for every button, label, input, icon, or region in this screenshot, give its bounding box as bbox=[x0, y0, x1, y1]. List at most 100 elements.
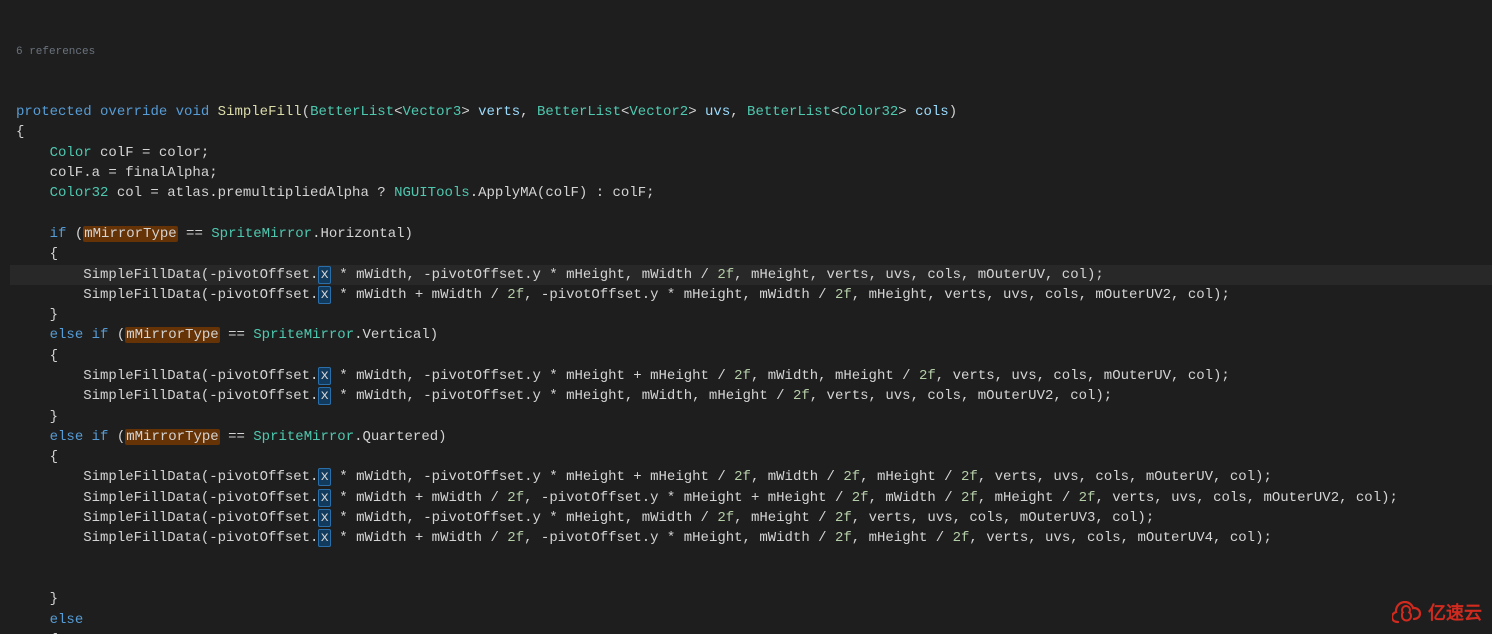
code-token: Vector2 bbox=[629, 104, 688, 120]
code-line[interactable]: SimpleFillData(-pivotOffset.x * mWidth +… bbox=[10, 488, 1492, 508]
code-token: void bbox=[176, 104, 210, 120]
code-token: SpriteMirror bbox=[211, 226, 312, 242]
code-token: else bbox=[50, 612, 84, 628]
code-token: ( bbox=[66, 226, 83, 242]
code-line[interactable]: SimpleFillData(-pivotOffset.x * mWidth, … bbox=[10, 467, 1492, 487]
code-line[interactable]: { bbox=[10, 346, 1492, 366]
code-token: x bbox=[318, 387, 330, 405]
code-line[interactable]: SimpleFillData(-pivotOffset.x * mWidth, … bbox=[10, 386, 1492, 406]
code-line[interactable]: SimpleFillData(-pivotOffset.x * mWidth +… bbox=[10, 528, 1492, 548]
code-line[interactable]: SimpleFillData(-pivotOffset.x * mWidth +… bbox=[10, 285, 1492, 305]
code-token: SimpleFillData(-pivotOffset. bbox=[16, 490, 318, 506]
code-token bbox=[16, 226, 50, 242]
code-line[interactable]: else if (mMirrorType == SpriteMirror.Ver… bbox=[10, 325, 1492, 345]
code-token: SimpleFillData(-pivotOffset. bbox=[16, 388, 318, 404]
code-token: colF.a = finalAlpha; bbox=[16, 165, 218, 181]
code-token: 2f bbox=[717, 267, 734, 283]
code-token: Color bbox=[50, 145, 92, 161]
code-line[interactable]: else bbox=[10, 610, 1492, 630]
code-token: 2f bbox=[835, 510, 852, 526]
code-token: x bbox=[318, 367, 330, 385]
code-token: uvs bbox=[705, 104, 730, 120]
code-line[interactable]: else if (mMirrorType == SpriteMirror.Qua… bbox=[10, 427, 1492, 447]
code-token bbox=[167, 104, 175, 120]
code-token: 2f bbox=[507, 287, 524, 303]
code-token: < bbox=[394, 104, 402, 120]
code-token: SimpleFill bbox=[218, 104, 302, 120]
code-token bbox=[16, 145, 50, 161]
code-token bbox=[16, 429, 50, 445]
code-token: == bbox=[220, 429, 254, 445]
code-token: * mWidth + mWidth / bbox=[331, 287, 507, 303]
code-line[interactable]: SimpleFillData(-pivotOffset.x * mWidth, … bbox=[10, 265, 1492, 285]
code-token: BetterList bbox=[310, 104, 394, 120]
code-line[interactable]: Color32 col = atlas.premultipliedAlpha ?… bbox=[10, 183, 1492, 203]
code-token: 2f bbox=[793, 388, 810, 404]
code-line[interactable]: if (mMirrorType == SpriteMirror.Horizont… bbox=[10, 224, 1492, 244]
code-token: .Vertical) bbox=[354, 327, 438, 343]
code-token: x bbox=[318, 489, 330, 507]
code-token: * mWidth + mWidth / bbox=[331, 530, 507, 546]
code-token: , verts, uvs, cols, mOuterUV2, col); bbox=[810, 388, 1112, 404]
code-editor[interactable]: 6 references protected override void Sim… bbox=[0, 0, 1492, 634]
code-token: .Quartered) bbox=[354, 429, 446, 445]
code-line[interactable]: colF.a = finalAlpha; bbox=[10, 163, 1492, 183]
code-token: verts bbox=[478, 104, 520, 120]
code-token: , mWidth / bbox=[751, 469, 843, 485]
code-line[interactable]: SimpleFillData(-pivotOffset.x * mWidth, … bbox=[10, 366, 1492, 386]
code-token: 2f bbox=[919, 368, 936, 384]
code-line[interactable]: { bbox=[10, 122, 1492, 142]
code-token: , mHeight / bbox=[852, 530, 953, 546]
code-token: colF = color; bbox=[92, 145, 210, 161]
code-token: > bbox=[688, 104, 705, 120]
code-token: SimpleFillData(-pivotOffset. bbox=[16, 530, 318, 546]
code-token: , verts, uvs, cols, mOuterUV, col); bbox=[978, 469, 1272, 485]
code-token: * mWidth + mWidth / bbox=[331, 490, 507, 506]
code-token: BetterList bbox=[537, 104, 621, 120]
code-token: { bbox=[16, 124, 24, 140]
code-token: 2f bbox=[507, 530, 524, 546]
code-token: } bbox=[16, 307, 58, 323]
code-line[interactable]: SimpleFillData(-pivotOffset.x * mWidth, … bbox=[10, 508, 1492, 528]
code-token: * mWidth, -pivotOffset.y * mHeight + mHe… bbox=[331, 368, 734, 384]
code-token: SimpleFillData(-pivotOffset. bbox=[16, 287, 318, 303]
code-line[interactable]: } bbox=[10, 589, 1492, 609]
code-token: x bbox=[318, 266, 330, 284]
code-token: , mWidth / bbox=[869, 490, 961, 506]
code-token: cols bbox=[915, 104, 949, 120]
code-line[interactable] bbox=[10, 204, 1492, 224]
code-token: > bbox=[898, 104, 915, 120]
codelens-references[interactable]: 6 references bbox=[10, 45, 1492, 61]
code-token: ) bbox=[949, 104, 957, 120]
code-token: , mHeight, verts, uvs, cols, mOuterUV, c… bbox=[734, 267, 1104, 283]
code-token: * mWidth, -pivotOffset.y * mHeight, mWid… bbox=[331, 267, 717, 283]
code-token: 2f bbox=[1079, 490, 1096, 506]
code-token: 2f bbox=[961, 469, 978, 485]
code-token: 2f bbox=[734, 368, 751, 384]
code-token bbox=[83, 327, 91, 343]
code-token: { bbox=[16, 246, 58, 262]
code-token: 2f bbox=[717, 510, 734, 526]
code-line[interactable]: Color colF = color; bbox=[10, 143, 1492, 163]
code-token: 2f bbox=[953, 530, 970, 546]
code-line[interactable]: { bbox=[10, 630, 1492, 634]
code-line[interactable]: { bbox=[10, 244, 1492, 264]
code-token: Color32 bbox=[839, 104, 898, 120]
code-token: x bbox=[318, 529, 330, 547]
code-token: if bbox=[92, 327, 109, 343]
code-token: 2f bbox=[835, 287, 852, 303]
code-token bbox=[16, 327, 50, 343]
code-line[interactable] bbox=[10, 549, 1492, 569]
code-token: mMirrorType bbox=[125, 327, 219, 343]
code-token: .ApplyMA(colF) : colF; bbox=[470, 185, 655, 201]
code-token: , mHeight / bbox=[978, 490, 1079, 506]
code-token: SimpleFillData(-pivotOffset. bbox=[16, 469, 318, 485]
code-line[interactable]: } bbox=[10, 407, 1492, 427]
code-line[interactable] bbox=[10, 569, 1492, 589]
code-token: , verts, uvs, cols, mOuterUV3, col); bbox=[852, 510, 1154, 526]
code-token: * mWidth, -pivotOffset.y * mHeight + mHe… bbox=[331, 469, 734, 485]
code-line[interactable]: { bbox=[10, 447, 1492, 467]
code-token: , mWidth, mHeight / bbox=[751, 368, 919, 384]
code-line[interactable]: protected override void SimpleFill(Bette… bbox=[10, 102, 1492, 122]
code-line[interactable]: } bbox=[10, 305, 1492, 325]
